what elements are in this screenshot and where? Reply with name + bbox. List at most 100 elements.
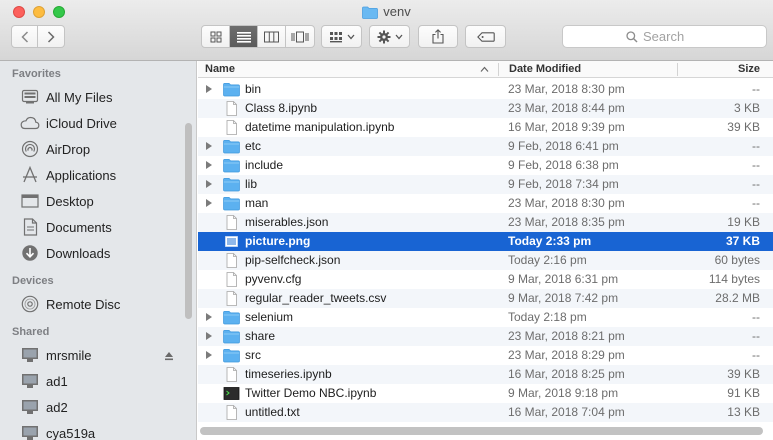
window-title: venv [0,3,773,21]
file-row-pip-selfcheck-json[interactable]: pip-selfcheck.json Today 2:16 pm 60 byte… [198,251,773,270]
file-list: Name Date Modified Size bin 23 Mar, 2018… [198,61,773,440]
arrange-icon [329,31,342,42]
file-row-miserables-json[interactable]: miserables.json 23 Mar, 2018 8:35 pm 19 … [198,213,773,232]
eject-icon[interactable] [164,349,174,364]
all-files-icon [20,88,40,106]
column-divider[interactable] [498,63,499,76]
sidebar-item-ad2[interactable]: ad2 [0,394,196,420]
file-row-src[interactable]: src 23 Mar, 2018 8:29 pm -- [198,346,773,365]
file-name: bin [245,82,262,96]
file-name: include [245,158,284,172]
folder-icon [223,348,240,363]
computer-icon [20,346,40,364]
sidebar-item-label: Desktop [46,193,94,209]
disclosure-triangle-icon[interactable] [206,180,212,188]
action-button[interactable] [369,25,410,48]
share-button[interactable] [418,25,458,48]
search-icon [626,30,638,43]
disclosure-triangle-icon[interactable] [206,351,212,359]
sidebar-item-icloud-drive[interactable]: iCloud Drive [0,110,196,136]
file-row-class-8-ipynb[interactable]: Class 8.ipynb 23 Mar, 2018 8:44 pm 3 KB [198,99,773,118]
file-row-lib[interactable]: lib 9 Feb, 2018 7:34 pm -- [198,175,773,194]
file-name: untitled.txt [245,405,300,419]
sort-ascending-icon[interactable] [480,61,489,78]
desktop-icon [20,192,40,210]
file-row-timeseries-ipynb[interactable]: timeseries.ipynb 16 Mar, 2018 8:25 pm 39… [198,365,773,384]
sidebar-item-downloads[interactable]: Downloads [0,240,196,266]
view-mode-control [201,25,315,48]
folder-icon [223,139,240,154]
file-size: -- [752,310,760,324]
disclosure-triangle-icon[interactable] [206,313,212,321]
list-view-button[interactable] [230,26,258,47]
column-view-button[interactable] [258,26,286,47]
sidebar-section-shared: Shared [12,326,50,338]
sidebar-item-all-my-files[interactable]: All My Files [0,84,196,110]
file-date-modified: 9 Feb, 2018 6:38 pm [508,158,619,172]
column-header-size[interactable]: Size [738,61,760,78]
sidebar-item-documents[interactable]: Documents [0,214,196,240]
file-date-modified: 23 Mar, 2018 8:30 pm [508,82,625,96]
file-row-picture-png[interactable]: picture.png Today 2:33 pm 37 KB [198,232,773,251]
file-date-modified: 9 Feb, 2018 7:34 pm [508,177,619,191]
folder-icon [223,177,240,192]
sidebar-item-desktop[interactable]: Desktop [0,188,196,214]
icon-view-button[interactable] [202,26,230,47]
column-header-date-modified[interactable]: Date Modified [509,61,581,78]
file-name: Class 8.ipynb [245,101,318,115]
file-row-untitled-txt[interactable]: untitled.txt 16 Mar, 2018 7:04 pm 13 KB [198,403,773,422]
file-row-pyvenv-cfg[interactable]: pyvenv.cfg 9 Mar, 2018 6:31 pm 114 bytes [198,270,773,289]
file-row-twitter-demo-nbc-ipynb[interactable]: Twitter Demo NBC.ipynb 9 Mar, 2018 9:18 … [198,384,773,403]
file-row-datetime-manipulation-ipynb[interactable]: datetime manipulation.ipynb 16 Mar, 2018… [198,118,773,137]
file-row-man[interactable]: man 23 Mar, 2018 8:30 pm -- [198,194,773,213]
document-icon [223,291,240,306]
disclosure-triangle-icon[interactable] [206,161,212,169]
file-name: pyvenv.cfg [245,272,302,286]
computer-icon [20,372,40,390]
file-name: miserables.json [245,215,329,229]
document-icon [223,101,240,116]
disclosure-triangle-icon[interactable] [206,85,212,93]
file-name: regular_reader_tweets.csv [245,291,387,305]
column-view-icon [264,31,279,42]
file-row-etc[interactable]: etc 9 Feb, 2018 6:41 pm -- [198,137,773,156]
sidebar-item-applications[interactable]: Applications [0,162,196,188]
file-name: man [245,196,269,210]
file-row-selenium[interactable]: selenium Today 2:18 pm -- [198,308,773,327]
file-date-modified: 23 Mar, 2018 8:30 pm [508,196,625,210]
column-header-name[interactable]: Name [205,61,235,78]
cover-flow-button[interactable] [286,26,314,47]
sidebar-item-airdrop[interactable]: AirDrop [0,136,196,162]
disclosure-triangle-icon[interactable] [206,199,212,207]
arrange-button[interactable] [321,25,362,48]
folder-icon [223,158,240,173]
horizontal-scrollbar[interactable] [200,427,763,435]
cloud-icon [20,114,40,132]
disclosure-triangle-icon[interactable] [206,332,212,340]
tag-button[interactable] [465,25,506,48]
sidebar-item-label: ad2 [46,399,68,415]
search-input[interactable] [643,29,703,44]
file-date-modified: 9 Mar, 2018 9:18 pm [508,386,619,400]
back-button[interactable] [12,26,38,47]
file-row-include[interactable]: include 9 Feb, 2018 6:38 pm -- [198,156,773,175]
file-row-share[interactable]: share 23 Mar, 2018 8:21 pm -- [198,327,773,346]
sidebar-item-cya519a[interactable]: cya519a [0,420,196,440]
file-size: 39 KB [727,367,760,381]
file-row-bin[interactable]: bin 23 Mar, 2018 8:30 pm -- [198,80,773,99]
sidebar-item-label: cya519a [46,425,96,440]
sidebar-item-remote-disc[interactable]: Remote Disc [0,291,196,317]
disclosure-triangle-icon[interactable] [206,142,212,150]
document-icon [223,367,240,382]
column-divider[interactable] [677,63,678,76]
search-field[interactable] [562,25,767,48]
sidebar-item-mrsmile[interactable]: mrsmile [0,342,196,368]
sidebar-scrollbar[interactable] [185,123,192,319]
sidebar-item-label: AirDrop [46,141,91,157]
file-date-modified: 16 Mar, 2018 8:25 pm [508,367,625,381]
sidebar-item-ad1[interactable]: ad1 [0,368,196,394]
file-row-regular-reader-tweets-csv[interactable]: regular_reader_tweets.csv 9 Mar, 2018 7:… [198,289,773,308]
gear-icon [377,30,390,43]
forward-button[interactable] [38,26,64,47]
file-name: picture.png [245,234,311,248]
